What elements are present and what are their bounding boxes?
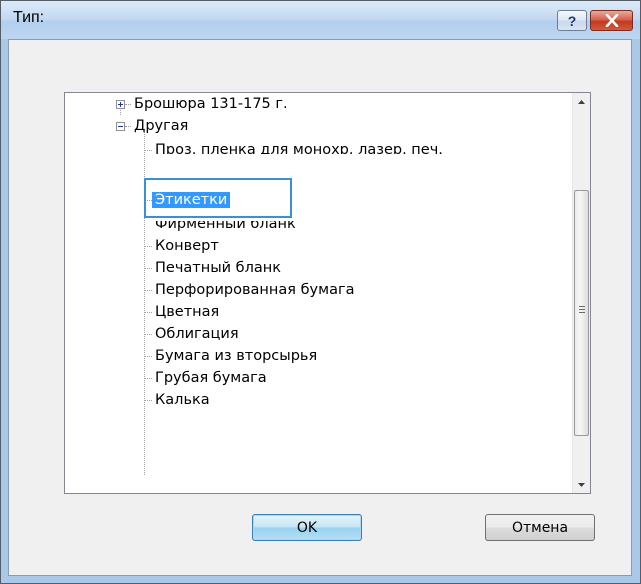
tree-item-label: Калька: [155, 392, 210, 408]
tree-item[interactable]: Брошюра 131-175 г.: [131, 93, 291, 115]
tree-line: [145, 150, 152, 151]
vertical-scrollbar[interactable]: [572, 93, 590, 493]
tree-item-label: Цветная: [155, 304, 220, 320]
tree-item-label: Этикетки: [152, 192, 231, 208]
tree-item-selected[interactable]: Этикетки: [152, 189, 231, 211]
tree-item[interactable]: Фирменный бланк: [152, 216, 299, 235]
ok-button[interactable]: OK: [252, 514, 362, 541]
arrow-up-icon: [578, 99, 585, 104]
tree-item[interactable]: Бумага из вторсырья: [152, 345, 320, 367]
tree-item[interactable]: Перфорированная бумага: [152, 279, 357, 301]
tree-item[interactable]: Грубая бумага: [152, 367, 270, 389]
dialog-body: Брошюра 131-175 г. Другая Проз. пленка д…: [8, 39, 632, 576]
tree-item[interactable]: Цветная: [152, 301, 222, 323]
tree-item[interactable]: Другая: [131, 115, 191, 137]
tree-item-label: Брошюра 131-175 г.: [134, 96, 288, 112]
tree-item-label: Фирменный бланк: [155, 216, 296, 232]
scroll-up-button[interactable]: [573, 93, 590, 110]
tree-line: [145, 312, 152, 313]
dialog-window: Тип: ? Брошюра 131-175 г. Другая Проз. п…: [0, 0, 641, 584]
tree-line: [144, 129, 145, 475]
paper-type-tree[interactable]: Брошюра 131-175 г. Другая Проз. пленка д…: [64, 92, 591, 494]
help-button[interactable]: ?: [557, 10, 587, 31]
tree-line: [145, 246, 152, 247]
tree-item-label: Облигация: [155, 326, 239, 342]
tree-line: [145, 268, 152, 269]
close-icon: [605, 14, 618, 27]
scroll-down-button[interactable]: [573, 476, 590, 493]
tree-item-label: Бумага из вторсырья: [155, 348, 318, 364]
tree-item[interactable]: Калька: [152, 389, 213, 411]
cancel-button[interactable]: Отмена: [485, 514, 595, 541]
tree-item[interactable]: Печатный бланк: [152, 257, 284, 279]
tree-item[interactable]: Облигация: [152, 323, 242, 345]
question-mark-icon: ?: [567, 12, 577, 29]
tree-item-label: Другая: [134, 118, 189, 134]
arrow-down-icon: [578, 482, 585, 487]
collapse-minus-icon[interactable]: [116, 122, 125, 131]
scroll-thumb[interactable]: [574, 190, 589, 436]
expand-plus-icon[interactable]: [116, 100, 125, 109]
tree-item[interactable]: Конверт: [152, 235, 222, 257]
tree-item-label: Печатный бланк: [155, 260, 282, 276]
close-button[interactable]: [590, 10, 633, 31]
tree-item-label: Конверт: [155, 238, 219, 254]
window-title: Тип:: [13, 9, 45, 26]
tree-line: [145, 334, 152, 335]
tree-item-label: Грубая бумага: [155, 370, 267, 386]
title-bar[interactable]: Тип: ?: [1, 1, 640, 39]
tree-item[interactable]: Проз. пленка для монохр. лазер. печ.: [152, 139, 446, 158]
tree-line: [145, 400, 152, 401]
tree-item-label: Проз. пленка для монохр. лазер. печ.: [155, 142, 443, 158]
tree-line: [145, 200, 152, 201]
tree-line: [145, 290, 152, 291]
tree-line: [145, 378, 152, 379]
tree-item-label: Перфорированная бумага: [155, 282, 355, 298]
grip-icon: [579, 306, 585, 313]
tree-line: [145, 356, 152, 357]
